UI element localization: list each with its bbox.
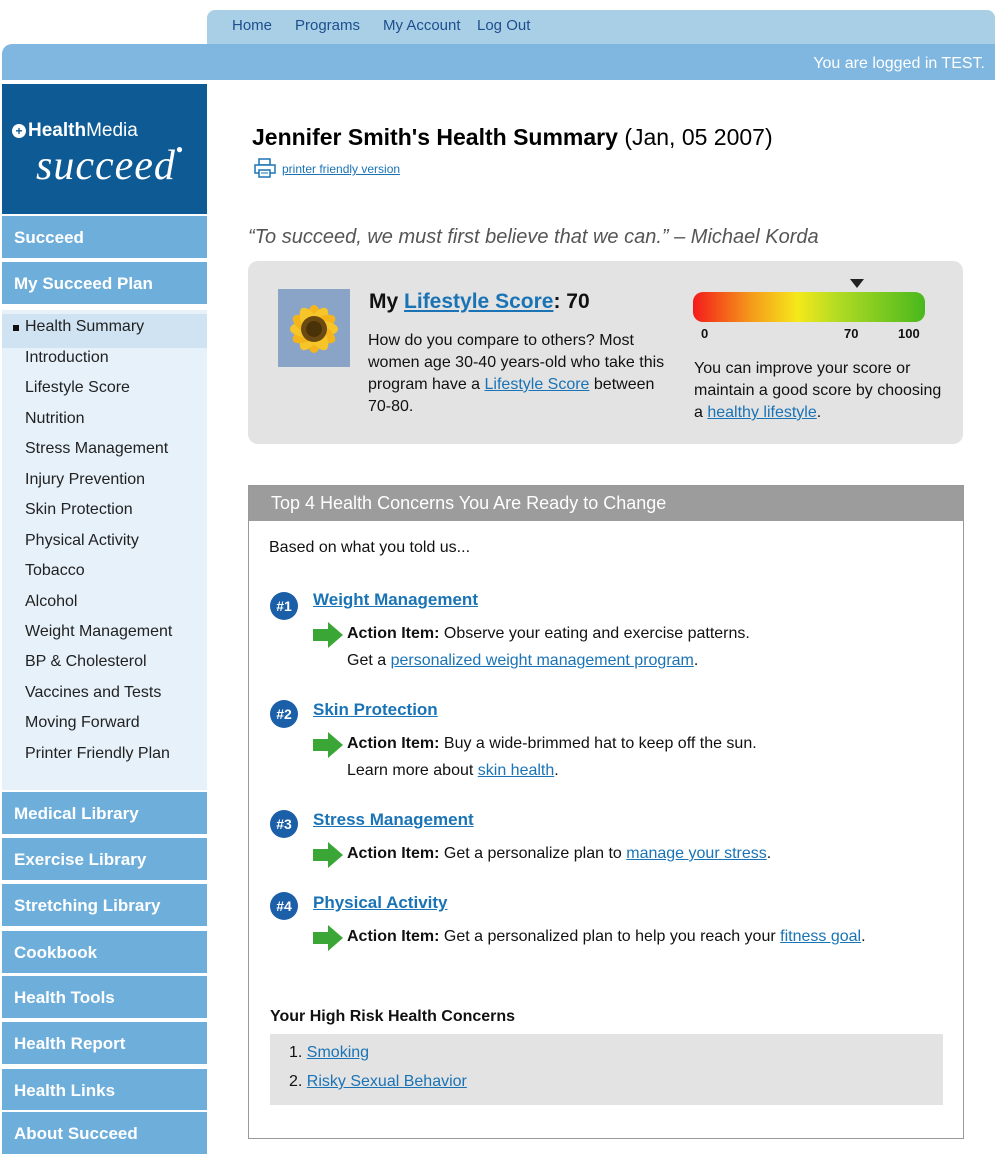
sidebar-item-succeed[interactable]: Succeed (2, 214, 207, 258)
nav-my-account-link[interactable]: My Account (383, 17, 461, 34)
subnav-bp-cholesterol[interactable]: BP & Cholesterol (25, 653, 147, 671)
top-concerns-header: Top 4 Health Concerns You Are Ready to C… (249, 486, 963, 521)
gauge-marker-icon (850, 279, 864, 288)
sidebar-item-medical-library[interactable]: Medical Library (2, 790, 207, 834)
concern-1-action: Action Item: Observe your eating and exe… (347, 625, 750, 642)
lifestyle-score-link[interactable]: Lifestyle Score (404, 290, 553, 313)
healthmedia-succeed-logo[interactable]: + HealthMedia succeed● (2, 84, 207, 214)
page-title: Jennifer Smith's Health Summary (Jan, 05… (252, 124, 773, 150)
printer-icon[interactable] (254, 158, 276, 178)
logo-product: succeed● (36, 142, 185, 189)
concern-2-action: Action Item: Buy a wide-brimmed hat to k… (347, 735, 757, 752)
weight-program-link[interactable]: personalized weight management program (391, 652, 694, 669)
subnav-physical-activity[interactable]: Physical Activity (25, 532, 139, 550)
high-risk-list: 1. Smoking 2. Risky Sexual Behavior (270, 1034, 943, 1105)
sidebar-item-health-links[interactable]: Health Links (2, 1067, 207, 1111)
concerns-intro: Based on what you told us... (269, 539, 471, 556)
sidebar-item-about-succeed[interactable]: About Succeed (2, 1110, 207, 1154)
healthy-lifestyle-link[interactable]: healthy lifestyle (707, 404, 816, 421)
concern-1-title-link[interactable]: Weight Management (313, 590, 478, 610)
list-item: 2. Risky Sexual Behavior (289, 1073, 467, 1090)
subnav-weight-management[interactable]: Weight Management (25, 623, 172, 641)
lifestyle-score-title: My Lifestyle Score: 70 (369, 290, 590, 313)
high-risk-title: Your High Risk Health Concerns (270, 1008, 516, 1025)
active-bullet-icon (13, 325, 19, 331)
improve-score-text: You can improve your score or maintain a… (694, 360, 942, 421)
concern-1-action-line2: Get a personalized weight management pro… (347, 652, 699, 669)
sidebar-item-exercise-library[interactable]: Exercise Library (2, 836, 207, 880)
top-nav-bar: Home Programs My Account Log Out (207, 10, 995, 44)
subnav-stress-management[interactable]: Stress Management (25, 440, 168, 458)
green-arrow-icon (313, 622, 343, 648)
printer-friendly-link[interactable]: printer friendly version (282, 162, 400, 176)
nav-home-link[interactable]: Home (232, 17, 272, 34)
nav-log-out-link[interactable]: Log Out (477, 17, 530, 34)
manage-stress-link[interactable]: manage your stress (626, 845, 767, 862)
concern-3-badge: #3 (270, 810, 298, 838)
sidebar-item-stretching-library[interactable]: Stretching Library (2, 882, 207, 926)
subnav-alcohol[interactable]: Alcohol (25, 593, 77, 611)
login-status-bar: You are logged in TEST. (2, 44, 995, 80)
sidebar-item-my-succeed-plan[interactable]: My Succeed Plan (2, 260, 207, 304)
gauge-tick-value: 70 (844, 326, 859, 341)
concern-3-title-link[interactable]: Stress Management (313, 810, 474, 830)
smoking-link[interactable]: Smoking (307, 1044, 369, 1061)
subnav-tobacco[interactable]: Tobacco (25, 562, 85, 580)
score-comparison-text: How do you compare to others? Most women… (368, 332, 665, 415)
nav-programs-link[interactable]: Programs (295, 17, 360, 34)
fitness-goal-link[interactable]: fitness goal (780, 928, 861, 945)
login-status-text: You are logged in TEST. (813, 55, 985, 72)
summary-date: (Jan, 05 2007) (624, 124, 773, 150)
sidebar-item-health-report[interactable]: Health Report (2, 1020, 207, 1064)
concern-2-action-line2: Learn more about skin health. (347, 762, 559, 779)
risky-sexual-behavior-link[interactable]: Risky Sexual Behavior (307, 1073, 467, 1090)
logo-brand: + HealthMedia (12, 120, 138, 142)
list-item: 1. Smoking (289, 1044, 370, 1061)
concern-2-title-link[interactable]: Skin Protection (313, 700, 438, 720)
concern-3-action: Action Item: Get a personalize plan to m… (347, 845, 772, 862)
subnav-skin-protection[interactable]: Skin Protection (25, 501, 133, 519)
subnav-health-summary[interactable]: Health Summary (25, 318, 144, 336)
subnav-introduction[interactable]: Introduction (25, 349, 109, 367)
sidebar-subnav: Health Summary Introduction Lifestyle Sc… (2, 310, 207, 790)
subnav-moving-forward[interactable]: Moving Forward (25, 714, 140, 732)
green-arrow-icon (313, 732, 343, 758)
subnav-printer-friendly-plan[interactable]: Printer Friendly Plan (25, 745, 170, 763)
green-arrow-icon (313, 842, 343, 868)
sidebar-item-cookbook[interactable]: Cookbook (2, 929, 207, 973)
concern-4-action: Action Item: Get a personalized plan to … (347, 928, 866, 945)
subnav-injury-prevention[interactable]: Injury Prevention (25, 471, 145, 489)
green-arrow-icon (313, 925, 343, 951)
gauge-tick-min: 0 (701, 326, 709, 341)
gauge-tick-max: 100 (898, 326, 920, 341)
subnav-vaccines-tests[interactable]: Vaccines and Tests (25, 684, 161, 702)
lifestyle-score-inline-link[interactable]: Lifestyle Score (485, 376, 590, 393)
concern-2-badge: #2 (270, 700, 298, 728)
motivational-quote: “To succeed, we must first believe that … (248, 226, 819, 248)
logo-plus-icon: + (12, 124, 26, 138)
lifestyle-score-value: : 70 (553, 290, 590, 313)
sidebar-item-health-tools[interactable]: Health Tools (2, 974, 207, 1018)
lifestyle-score-gauge (693, 292, 925, 322)
concern-1-badge: #1 (270, 592, 298, 620)
skin-health-link[interactable]: skin health (478, 762, 555, 779)
concern-4-title-link[interactable]: Physical Activity (313, 893, 448, 913)
sunflower-image (278, 289, 350, 367)
concern-4-badge: #4 (270, 892, 298, 920)
sidebar: + HealthMedia succeed● Succeed My Succeed… (2, 84, 207, 1154)
subnav-nutrition[interactable]: Nutrition (25, 410, 85, 428)
subnav-lifestyle-score[interactable]: Lifestyle Score (25, 379, 130, 397)
